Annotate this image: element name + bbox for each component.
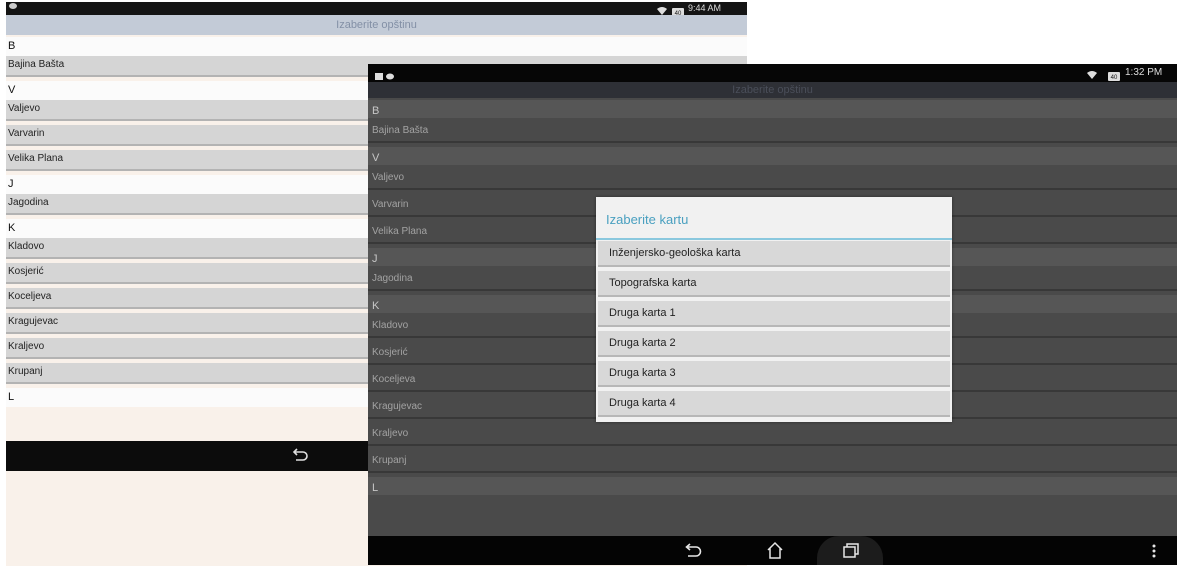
recent-apps-icon[interactable] — [842, 542, 860, 562]
overflow-menu-icon[interactable] — [1151, 543, 1157, 562]
back-arrow-icon[interactable] — [683, 542, 703, 562]
status-bar: 40 9:44 AM — [6, 2, 747, 17]
navigation-bar — [368, 536, 1177, 565]
map-option[interactable]: Druga karta 4 — [598, 391, 950, 417]
list-item[interactable]: Valjevo — [368, 167, 1177, 190]
section-header: B — [6, 37, 747, 56]
status-bar: 40 1:32 PM — [368, 64, 1177, 82]
back-arrow-icon[interactable] — [291, 447, 309, 466]
map-option[interactable]: Topografska karta — [598, 271, 950, 297]
map-option[interactable]: Druga karta 3 — [598, 361, 950, 387]
section-header: L — [368, 477, 1177, 495]
dialog-divider — [596, 238, 952, 240]
dialog-title: Izaberite kartu — [606, 212, 689, 227]
notification-icon — [8, 2, 18, 12]
map-option[interactable]: Druga karta 1 — [598, 301, 950, 327]
list-item[interactable]: Kraljevo — [368, 423, 1177, 446]
map-options-list: Inženjersko-geološka karta Topografska ka… — [598, 241, 950, 421]
page-title: Izaberite opštinu — [336, 19, 417, 31]
section-header: V — [368, 147, 1177, 165]
section-header: B — [368, 100, 1177, 118]
svg-text:40: 40 — [1111, 75, 1118, 81]
list-item[interactable]: Krupanj — [368, 450, 1177, 473]
status-time: 9:44 AM — [688, 3, 722, 13]
title-bar: Izaberite opštinu — [6, 15, 747, 35]
page-title: Izaberite opštinu — [732, 84, 813, 96]
home-icon[interactable] — [765, 541, 785, 563]
map-option[interactable]: Druga karta 2 — [598, 331, 950, 357]
status-time: 1:32 PM — [1125, 67, 1163, 78]
map-option[interactable]: Inženjersko-geološka karta — [598, 241, 950, 267]
map-selection-dialog: Izaberite kartu Inženjersko-geološka kar… — [596, 197, 952, 422]
title-bar: Izaberite opštinu — [368, 82, 1177, 98]
list-item[interactable]: Bajina Bašta — [368, 120, 1177, 143]
